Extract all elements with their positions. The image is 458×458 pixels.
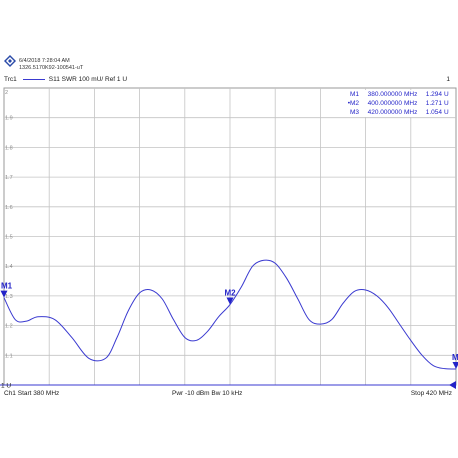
marker-frequency-unit: MHz — [404, 91, 418, 98]
y-tick-label: 1.2 — [5, 324, 13, 330]
marker-triangle — [452, 361, 458, 369]
marker-label: M3 — [452, 353, 458, 362]
y-tick-label: 1.9 — [5, 116, 13, 122]
marker-label: M2 — [224, 289, 236, 298]
marker-id: M3 — [350, 109, 360, 116]
marker-frequency: 420.000000 — [367, 109, 402, 116]
marker-id: M1 — [350, 91, 360, 98]
marker-active-flag: • — [347, 100, 350, 107]
marker-value-unit: U — [444, 100, 449, 107]
power-bandwidth-label: Pwr -10 dBm Bw 10 kHz — [172, 390, 243, 397]
marker-value: 1.054 — [425, 109, 442, 116]
y-tick-label: 1 U — [1, 383, 11, 390]
y-tick-label: 1.4 — [5, 264, 13, 270]
marker-value-unit: U — [444, 91, 449, 98]
y-tick-label: 1.7 — [5, 175, 13, 181]
y-tick-label: 1.5 — [5, 235, 13, 241]
marker-row[interactable]: •M2 400.000000 MHz 1.271 U — [338, 99, 452, 108]
y-tick-label: 1.1 — [5, 353, 13, 359]
y-tick-label: 1.8 — [5, 145, 13, 151]
marker-value: 1.294 — [425, 91, 442, 98]
marker-frequency: 380.000000 — [367, 91, 402, 98]
marker-table[interactable]: M1 380.000000 MHz 1.294 U •M2 400.000000 MHz 1.… — [336, 90, 454, 117]
stop-frequency-label: Stop 420 MHz — [410, 390, 452, 397]
y-tick-labels: 2 1.9 1.8 1.7 1.6 1.5 1.4 1.3 1.2 1.1 1 U — [1, 90, 13, 390]
marker-value: 1.271 — [425, 100, 442, 107]
stop-arrow-icon — [449, 381, 456, 389]
marker-row[interactable]: M3 420.000000 MHz 1.054 U — [338, 108, 452, 117]
y-tick-label: 2 — [5, 90, 8, 96]
marker-value-unit: U — [444, 109, 449, 116]
y-tick-label: 1.3 — [5, 294, 13, 300]
marker-frequency: 400.000000 — [367, 100, 402, 107]
marker-label: M1 — [1, 282, 13, 291]
marker-row[interactable]: M1 380.000000 MHz 1.294 U — [338, 90, 452, 99]
marker-id: M2 — [350, 100, 360, 107]
marker-frequency-unit: MHz — [404, 109, 418, 116]
start-frequency-label: Ch1 Start 380 MHz — [4, 390, 60, 397]
y-tick-label: 1.6 — [5, 205, 13, 211]
chart-grid — [0, 87, 457, 386]
markers-layer: M1 M2 M3 — [0, 282, 458, 389]
marker-frequency-unit: MHz — [404, 100, 418, 107]
